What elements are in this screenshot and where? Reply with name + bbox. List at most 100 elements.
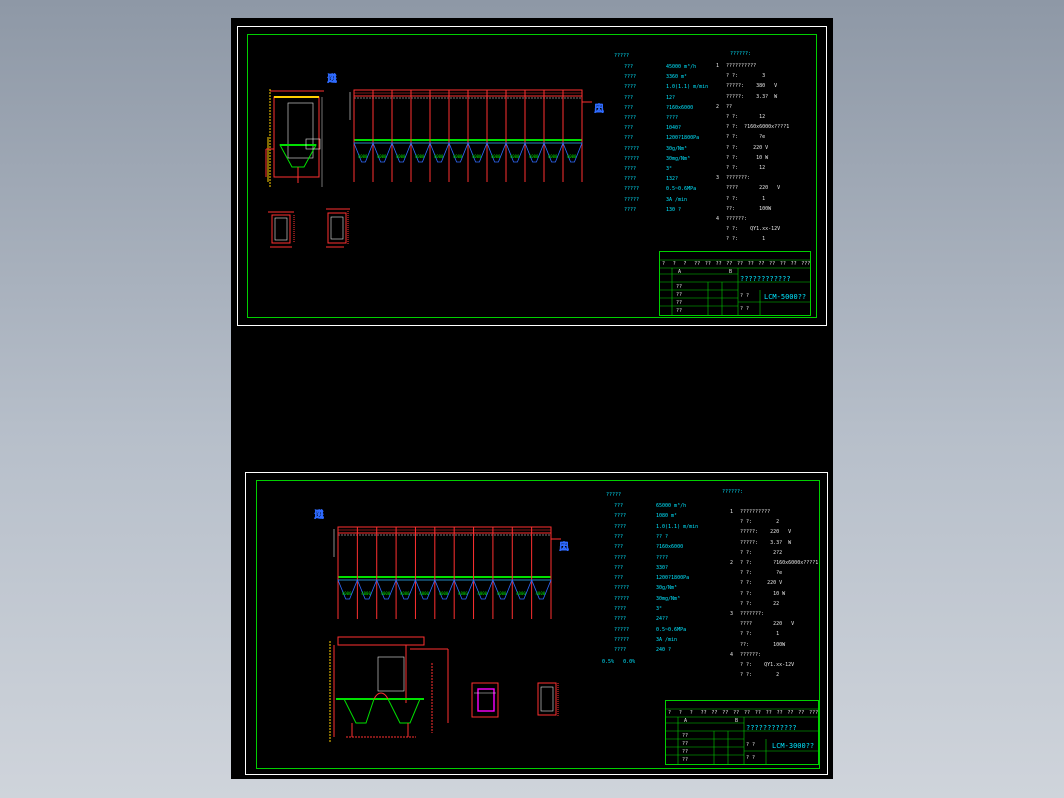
requirement-line: ? ?: 12 — [726, 165, 766, 171]
dust-collector-bay-label: 4000 — [376, 154, 387, 159]
spec-key: ???? — [624, 115, 637, 121]
title-block-header-cell: ??? — [801, 261, 811, 267]
requirement-line: ?????????? — [740, 509, 771, 515]
sheet-1-title-block: A B ???????????? LCM-5000?? ? ? ? ? ? ? … — [659, 251, 811, 316]
title-block-sign-row: ?? — [676, 292, 683, 298]
title-block-header-cell: ? — [672, 261, 676, 267]
spec-value: 3° — [656, 606, 663, 612]
requirement-line: ? ?: ?e — [740, 570, 783, 577]
spec-key: ??? — [624, 125, 634, 132]
sheet-1-collector-elevation — [349, 89, 592, 182]
sheet-2-collector-elevation — [333, 526, 561, 619]
spec-key: ???? — [614, 647, 627, 654]
sheet-2-requirements-header: ??????: — [722, 489, 744, 495]
requirement-line: ?????: 220 V — [740, 529, 792, 536]
sheet-1-side-elevation — [265, 89, 324, 187]
requirement-line: ?????: 3.3? W — [726, 93, 778, 100]
dust-collector-bay-label: 4000 — [509, 154, 520, 159]
spec-key: ????? — [624, 145, 640, 152]
title-block-sign-row: ?? — [676, 284, 683, 290]
spec-value: 30mg/Nm³ — [666, 155, 691, 162]
requirement-line: ??????: — [726, 216, 748, 222]
spec-key: ??? — [614, 564, 624, 571]
spec-key: ???? — [624, 206, 637, 213]
spec-value: 0.5~0.6MPa — [656, 626, 687, 633]
spec-value: 30g/Nm³ — [666, 145, 688, 152]
dust-collector-bay-label: 4000 — [399, 591, 410, 596]
dust-collector-bay-label: 4000 — [452, 154, 463, 159]
dust-collector-bay-label: 4000 — [458, 591, 468, 596]
spec-key: ???? — [624, 84, 637, 91]
requirement-number: 3 — [716, 175, 720, 182]
spec-value: 1200?1800Pa — [666, 135, 700, 142]
spec-key: ??? — [614, 503, 624, 509]
requirement-line: ? ?: 1 — [740, 631, 780, 638]
spec-key: ???? — [614, 606, 627, 612]
sheet-1: 进 风 口 出 风 口 ????? ??????: A B ??????????… — [237, 26, 827, 326]
spec-key: ???? — [624, 74, 637, 81]
requirement-number: 1 — [730, 509, 734, 515]
requirement-line: ? ?: ?160x6000x????1 — [740, 560, 819, 566]
sheet-2-side-elevation — [329, 636, 449, 743]
dust-collector-bay-label: 4000 — [341, 591, 352, 596]
title-block-header-cell: ?? — [776, 710, 783, 716]
title-block-header-cell: ?? — [769, 261, 776, 267]
title-block-header-cell: ?? — [722, 710, 729, 716]
spec-value: 3A /min — [666, 196, 688, 203]
title-block-header-cell: ?? — [790, 261, 797, 267]
title-block-header-cell: ?? — [787, 710, 794, 716]
dust-collector-bay-label: 4000 — [414, 154, 425, 159]
spec-key: ???? — [614, 554, 627, 561]
title-block-sign-row: ?? — [682, 757, 689, 763]
spec-key: ??? — [624, 64, 634, 70]
title-block-sign-row: ?? — [682, 741, 689, 747]
title-block-sign-row: ?? — [682, 733, 689, 739]
sheet-2-title-block: A B ???????????? LCM-3000?? ? ? ? ? ? ? … — [665, 700, 819, 765]
requirement-number: 4 — [716, 216, 720, 222]
spec-value: 130 ? — [666, 206, 682, 213]
requirement-line: ? ?: 3 — [726, 73, 766, 80]
spec-key: ????? — [624, 196, 640, 203]
requirement-line: ??: 100W — [740, 641, 786, 648]
spec-key: ???? — [624, 176, 637, 183]
title-block-sign-row: ?? — [676, 300, 683, 306]
dust-collector-bay-label: 4000 — [490, 154, 501, 159]
requirement-line: ? ?: 2 — [740, 519, 780, 526]
spec-value: 30g/Nm³ — [656, 585, 678, 592]
spec-value: 1200?1800Pa — [656, 575, 690, 582]
dust-collector-bay-label: 4000 — [477, 591, 488, 596]
requirement-number: 2 — [730, 560, 734, 566]
spec-value: ?160x6000 — [656, 544, 684, 551]
spec-value: 45000 m³/h — [666, 64, 697, 70]
sheet-1-detail-b — [326, 208, 350, 248]
sheet-1-requirements-header: ??????: — [730, 51, 752, 57]
spec-value: ?? ? — [656, 533, 669, 540]
requirement-line: ? ?: 12 — [726, 114, 766, 120]
spec-key: ??? — [624, 94, 634, 101]
title-block-header-cell: ? — [668, 710, 672, 716]
dust-collector-bay-label: 4000 — [528, 154, 539, 159]
spec-key: ???? — [624, 166, 637, 172]
spec-value: 1.0(1.1) m/min — [666, 84, 709, 91]
title-block-header-cell: ?? — [715, 261, 722, 267]
drawing-canvas[interactable]: 进 风 口 出 风 口 ????? ??????: A B ??????????… — [231, 18, 833, 779]
requirement-line: ?????: 380 V — [726, 83, 778, 90]
dust-collector-bay-label: 4000 — [380, 591, 391, 596]
requirement-line: ???????: — [726, 175, 751, 182]
spec-value: 3360 m² — [666, 74, 688, 81]
title-block-header-cell: ?? — [737, 261, 744, 267]
spec-value: 0.5~0.6MPa — [666, 186, 697, 193]
requirement-line: ? ?: 2 — [740, 672, 780, 679]
title-block-header-cell: ?? — [758, 261, 765, 267]
title-block-header-cell: ?? — [779, 261, 786, 267]
dust-collector-bay-label: 4000 — [471, 154, 482, 159]
spec-key: ???? — [614, 523, 627, 530]
dust-collector-bay-label: 4000 — [419, 591, 429, 596]
title-block-header-cell: ?? — [744, 710, 751, 716]
requirement-line: ???? 220 V — [726, 185, 781, 192]
title-block-header-cell: ?? — [733, 710, 740, 716]
title-block-header-cell: ?? — [754, 710, 761, 716]
title-block-header-cell: ? — [678, 710, 682, 716]
title-block-header-cell: ??? — [809, 710, 819, 716]
spec-value: ???? — [656, 554, 669, 561]
